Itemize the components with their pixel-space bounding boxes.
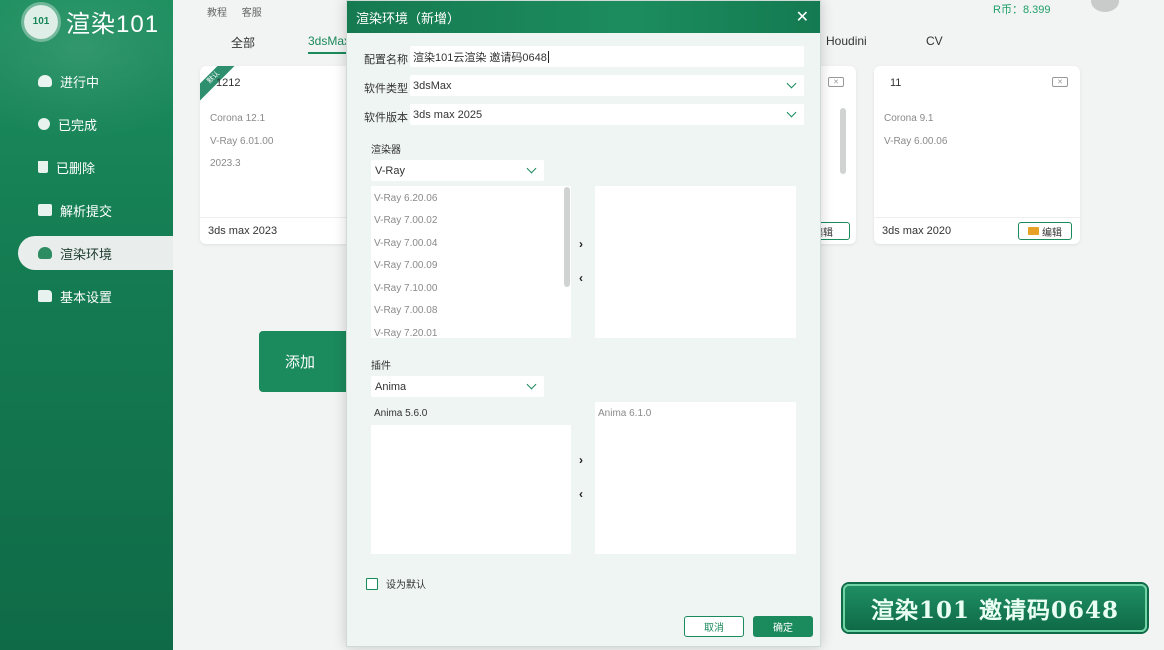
move-right-button[interactable]: › — [579, 237, 583, 251]
plugin-select[interactable]: Anima — [371, 376, 544, 397]
avatar[interactable] — [1091, 0, 1119, 12]
balance-text: R币：8.399 — [993, 4, 1051, 16]
renderer-list-scrollbar[interactable] — [564, 187, 570, 287]
card-spec: Corona 12.1 — [210, 113, 266, 124]
dialog-header: 渲染环境（新增） ✕ — [347, 1, 820, 33]
list-item[interactable]: Anima 6.1.0 — [595, 402, 796, 425]
card-spec: V-Ray 6.01.00 — [210, 136, 274, 147]
list-item[interactable]: V-Ray 7.00.09 — [371, 255, 571, 278]
sidebar-item-in-progress[interactable]: 进行中 — [18, 64, 173, 98]
move-left-button[interactable]: ‹ — [579, 271, 583, 285]
sidebar-item-label: 基本设置 — [60, 289, 113, 305]
folder-icon — [1028, 227, 1039, 235]
card-spec: V-Ray 6.00.06 — [884, 136, 948, 147]
confirm-button[interactable]: 确定 — [753, 616, 813, 637]
app-logo: 101 渲染101 — [24, 4, 159, 39]
sidebar-item-label: 已完成 — [58, 117, 98, 133]
tab-houdini[interactable]: Houdini — [826, 34, 867, 48]
software-type-select[interactable]: 3dsMax — [410, 75, 804, 96]
env-card[interactable]: 11 ✕ Corona 9.1 V-Ray 6.00.06 3ds max 20… — [874, 66, 1080, 244]
trash-icon — [38, 161, 48, 173]
sidebar-item-parse-submit[interactable]: 解析提交 — [18, 193, 173, 227]
renderer-select[interactable]: V-Ray — [371, 160, 544, 181]
tab-cv[interactable]: CV — [926, 34, 943, 48]
sidebar-item-label: 解析提交 — [60, 203, 113, 219]
plugin-label: 插件 — [371, 361, 391, 372]
config-name-input[interactable]: 渲染101云渲染 邀请码0648 — [410, 46, 804, 67]
sidebar-nav: 进行中 已完成 已删除 解析提交 渲染环境 基本设置 — [18, 64, 173, 322]
move-left-button[interactable]: ‹ — [579, 487, 583, 501]
chevron-down-icon — [526, 163, 537, 174]
default-checkbox[interactable] — [366, 577, 378, 590]
cloud-icon — [38, 247, 52, 259]
tab-3dsmax[interactable]: 3dsMax — [308, 34, 351, 54]
list-item[interactable]: V-Ray 7.10.00 — [371, 277, 571, 300]
delete-icon[interactable]: ✕ — [828, 77, 844, 87]
renderer-selected-list[interactable] — [595, 186, 796, 338]
list-item[interactable]: V-Ray 7.00.04 — [371, 232, 571, 255]
software-version-label: 软件版本 — [364, 112, 408, 124]
tutorial-link[interactable]: 教程 — [207, 8, 227, 19]
divider — [874, 217, 1080, 218]
plugin-available-list[interactable]: Anima 5.6.0 — [371, 402, 571, 554]
sidebar-item-deleted[interactable]: 已删除 — [18, 150, 173, 184]
chevron-down-icon — [786, 107, 797, 118]
sidebar-item-settings[interactable]: 基本设置 — [18, 279, 173, 313]
sidebar-item-completed[interactable]: 已完成 — [18, 107, 173, 141]
sidebar-item-label: 已删除 — [56, 160, 96, 176]
renderer-label: 渲染器 — [371, 145, 401, 156]
cancel-button[interactable]: 取消 — [684, 616, 744, 637]
software-type-label: 软件类型 — [364, 83, 408, 95]
list-item[interactable]: Anima 5.6.0 — [371, 402, 571, 425]
main-scrollbar[interactable] — [840, 108, 846, 174]
list-empty-area — [371, 424, 571, 554]
software-version-select[interactable]: 3ds max 2025 — [410, 104, 804, 125]
sidebar-item-label: 进行中 — [60, 74, 100, 90]
camera-icon — [38, 204, 52, 216]
support-link[interactable]: 客服 — [242, 8, 262, 19]
card-title: 1212 — [216, 77, 241, 89]
folder-icon — [38, 290, 52, 302]
config-name-label: 配置名称 — [364, 54, 408, 66]
default-checkbox-row[interactable]: 设为默认 — [366, 576, 426, 591]
plugin-selected-list[interactable]: Anima 6.1.0 — [595, 402, 796, 554]
list-item[interactable]: V-Ray 7.00.02 — [371, 210, 571, 233]
sidebar-item-label: 渲染环境 — [60, 246, 113, 262]
add-button[interactable]: 添加 — [259, 331, 351, 392]
chevron-down-icon — [786, 78, 797, 89]
promo-banner: 渲染101 邀请码0648 — [843, 584, 1147, 632]
sidebar-item-render-env[interactable]: 渲染环境 — [18, 236, 173, 270]
delete-icon[interactable]: ✕ — [1052, 77, 1068, 87]
card-spec: 2023.3 — [210, 158, 241, 169]
sidebar: 101 渲染101 进行中 已完成 已删除 解析提交 渲染环境 基本设置 — [0, 0, 173, 650]
top-links: 教程 客服 — [207, 4, 274, 19]
tab-all[interactable]: 全部 — [231, 34, 255, 51]
check-icon — [38, 118, 50, 130]
new-env-dialog: 渲染环境（新增） ✕ 配置名称 渲染101云渲染 邀请码0648 软件类型 3d… — [346, 0, 821, 647]
card-spec: Corona 9.1 — [884, 113, 934, 124]
card-title: 11 — [890, 77, 902, 89]
dialog-title: 渲染环境（新增） — [356, 10, 461, 26]
default-checkbox-label: 设为默认 — [386, 580, 426, 591]
list-item[interactable]: V-Ray 6.20.06 — [371, 187, 571, 210]
list-item[interactable]: V-Ray 7.00.08 — [371, 300, 571, 323]
list-item[interactable]: V-Ray 7.20.01 — [371, 322, 571, 338]
text-caret — [547, 50, 549, 63]
card-version: 3ds max 2023 — [208, 225, 278, 237]
logo-badge: 101 — [24, 4, 58, 39]
move-right-button[interactable]: › — [579, 453, 583, 467]
card-version: 3ds max 2020 — [882, 225, 952, 237]
renderer-available-list[interactable]: V-Ray 6.20.06 V-Ray 7.00.02 V-Ray 7.00.0… — [371, 186, 571, 338]
edit-button[interactable]: 编辑 — [1018, 222, 1072, 240]
close-icon[interactable]: ✕ — [796, 7, 809, 27]
chevron-down-icon — [526, 379, 537, 390]
cloud-icon — [38, 75, 52, 87]
logo-text: 渲染101 — [66, 11, 160, 38]
